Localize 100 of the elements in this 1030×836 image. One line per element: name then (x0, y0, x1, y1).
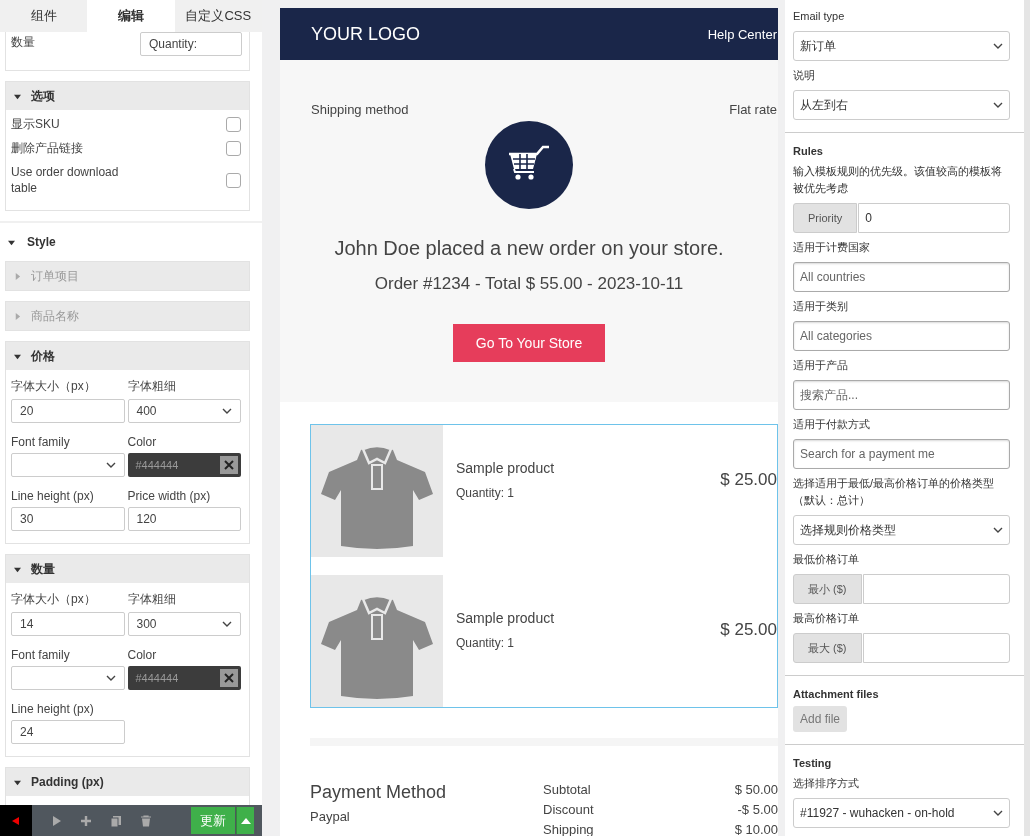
field-label: 适用于付款方式 (793, 417, 871, 432)
select-field[interactable]: #11927 - wuhacken - on-hold (793, 798, 1010, 828)
input-field[interactable]: 20 (11, 399, 125, 423)
select-field[interactable] (11, 666, 125, 690)
field-label: 字体大小（px） (11, 591, 97, 608)
field-label: Line height (px) (11, 702, 95, 716)
select-field[interactable] (11, 453, 125, 477)
clear-icon[interactable] (220, 669, 238, 687)
input-field[interactable]: 14 (11, 612, 125, 636)
input-field[interactable]: 24 (11, 720, 125, 744)
trash-icon[interactable] (140, 814, 152, 827)
caret-icon (14, 272, 21, 280)
field-label: 最高价格订单 (793, 611, 860, 626)
panel-tab[interactable]: 组件 (0, 0, 88, 32)
section-title: Testing (793, 757, 833, 769)
total-value: $ 50.00 (734, 782, 778, 797)
product-quantity: Quantity: 1 (456, 486, 516, 500)
store-button[interactable]: Go To Your Store (453, 324, 605, 362)
caret-icon (14, 565, 21, 573)
copy-icon[interactable] (110, 814, 122, 827)
payment-method: Paypal (310, 809, 351, 824)
input-field[interactable]: 120 (127, 507, 241, 531)
select-field[interactable]: 400 (127, 399, 241, 423)
option-label: 显示SKU (11, 116, 61, 132)
field-label: 数量 (11, 33, 35, 51)
play-icon[interactable] (50, 814, 62, 827)
chevron-down-icon (222, 621, 232, 627)
select-field[interactable]: 选择规则价格类型 (793, 515, 1010, 545)
field-label: 字体粗细 (127, 591, 177, 608)
input-field[interactable]: 0 (858, 203, 1010, 233)
caret-icon (14, 778, 21, 786)
group-header[interactable]: 价格 (6, 342, 249, 370)
add-file-button[interactable]: Add file (793, 706, 848, 732)
option-label: 删除产品链接 (11, 140, 84, 156)
product-name: Sample product (456, 610, 556, 626)
clear-icon[interactable] (220, 456, 238, 474)
option-label: Use order download table (11, 164, 120, 196)
field-label: Color (127, 435, 158, 449)
product-price: $ 25.00 (720, 470, 777, 490)
group-header[interactable]: Padding (px) (6, 768, 249, 796)
email-heading: John Doe placed a new order on your store. (334, 237, 724, 260)
input-field[interactable]: Search for a payment me (793, 439, 1010, 469)
dropdown-button[interactable] (236, 807, 254, 834)
caret-up-icon (240, 817, 251, 824)
input-field[interactable]: All categories (793, 321, 1010, 351)
select-field[interactable]: 300 (127, 612, 241, 636)
collapse-button[interactable] (0, 805, 32, 836)
total-label: Discount (543, 802, 594, 817)
checkbox[interactable] (226, 172, 241, 188)
input-field[interactable] (862, 633, 1010, 663)
field-label: 适用于计费国家 (793, 240, 871, 255)
select-field[interactable]: 从左到右 (793, 90, 1010, 120)
field-label: Font family (11, 648, 71, 662)
product-name: Sample product (456, 460, 556, 476)
field-label: 字体粗细 (127, 378, 177, 395)
total-value: -$ 5.00 (737, 802, 778, 817)
input-field[interactable]: All countries (793, 262, 1010, 292)
chevron-down-icon (993, 102, 1003, 108)
field-label: Email type (793, 9, 846, 24)
total-value: $ 10.00 (734, 822, 778, 836)
section-header[interactable]: Style (0, 221, 262, 251)
input-field[interactable]: Quantity: (140, 32, 242, 56)
field-label: 字体大小（px） (11, 378, 97, 395)
product-price: $ 25.00 (720, 620, 777, 640)
input-addon: 最大 ($) (793, 633, 862, 663)
order-summary: Order #1234 - Total $ 55.00 - 2023-10-11 (374, 274, 684, 294)
field-label: 选择适用于最低/最高价格订单的价格类型（默认：总计） (793, 476, 996, 508)
field-label: 适用于类别 (793, 299, 849, 314)
checkbox[interactable] (226, 116, 241, 132)
product-quantity: Quantity: 1 (456, 636, 516, 650)
group-header[interactable]: 数量 (6, 555, 249, 583)
input-field[interactable]: 30 (11, 507, 125, 531)
panel-tab[interactable]: 自定义CSS (174, 0, 262, 32)
caret-icon (8, 238, 15, 246)
field-label: 适用于产品 (793, 358, 849, 373)
section-title: Rules (793, 145, 824, 157)
chevron-down-icon (222, 408, 232, 414)
chevron-down-icon (105, 675, 116, 681)
chevron-down-icon (993, 527, 1003, 533)
cart-icon (485, 121, 573, 209)
field-label: Color (127, 648, 158, 662)
chevron-down-icon (105, 462, 116, 468)
checkbox[interactable] (226, 140, 241, 156)
field-label: 选择排序方式 (793, 776, 860, 791)
field-label: Line height (px) (11, 489, 95, 503)
field-label: Font family (11, 435, 71, 449)
input-field[interactable] (862, 574, 1010, 604)
rules-description: 输入模板规则的优先级。该值较高的模板将被优先考虑 (793, 164, 1003, 196)
input-addon: Priority (793, 203, 858, 233)
plus-icon[interactable] (80, 814, 92, 827)
help-link[interactable]: Help Center (707, 26, 777, 42)
select-field[interactable]: 新订单 (793, 31, 1010, 61)
field-label: 说明 (793, 68, 816, 83)
caret-icon (14, 312, 21, 320)
shipping-label: Shipping method (311, 102, 409, 117)
color-field[interactable]: #444444 (127, 666, 241, 690)
shipping-value: Flat rate (729, 102, 777, 117)
section-header[interactable]: 选项 (6, 82, 249, 110)
input-field[interactable]: 搜索产品... (793, 380, 1010, 410)
color-field[interactable]: #444444 (127, 453, 241, 477)
